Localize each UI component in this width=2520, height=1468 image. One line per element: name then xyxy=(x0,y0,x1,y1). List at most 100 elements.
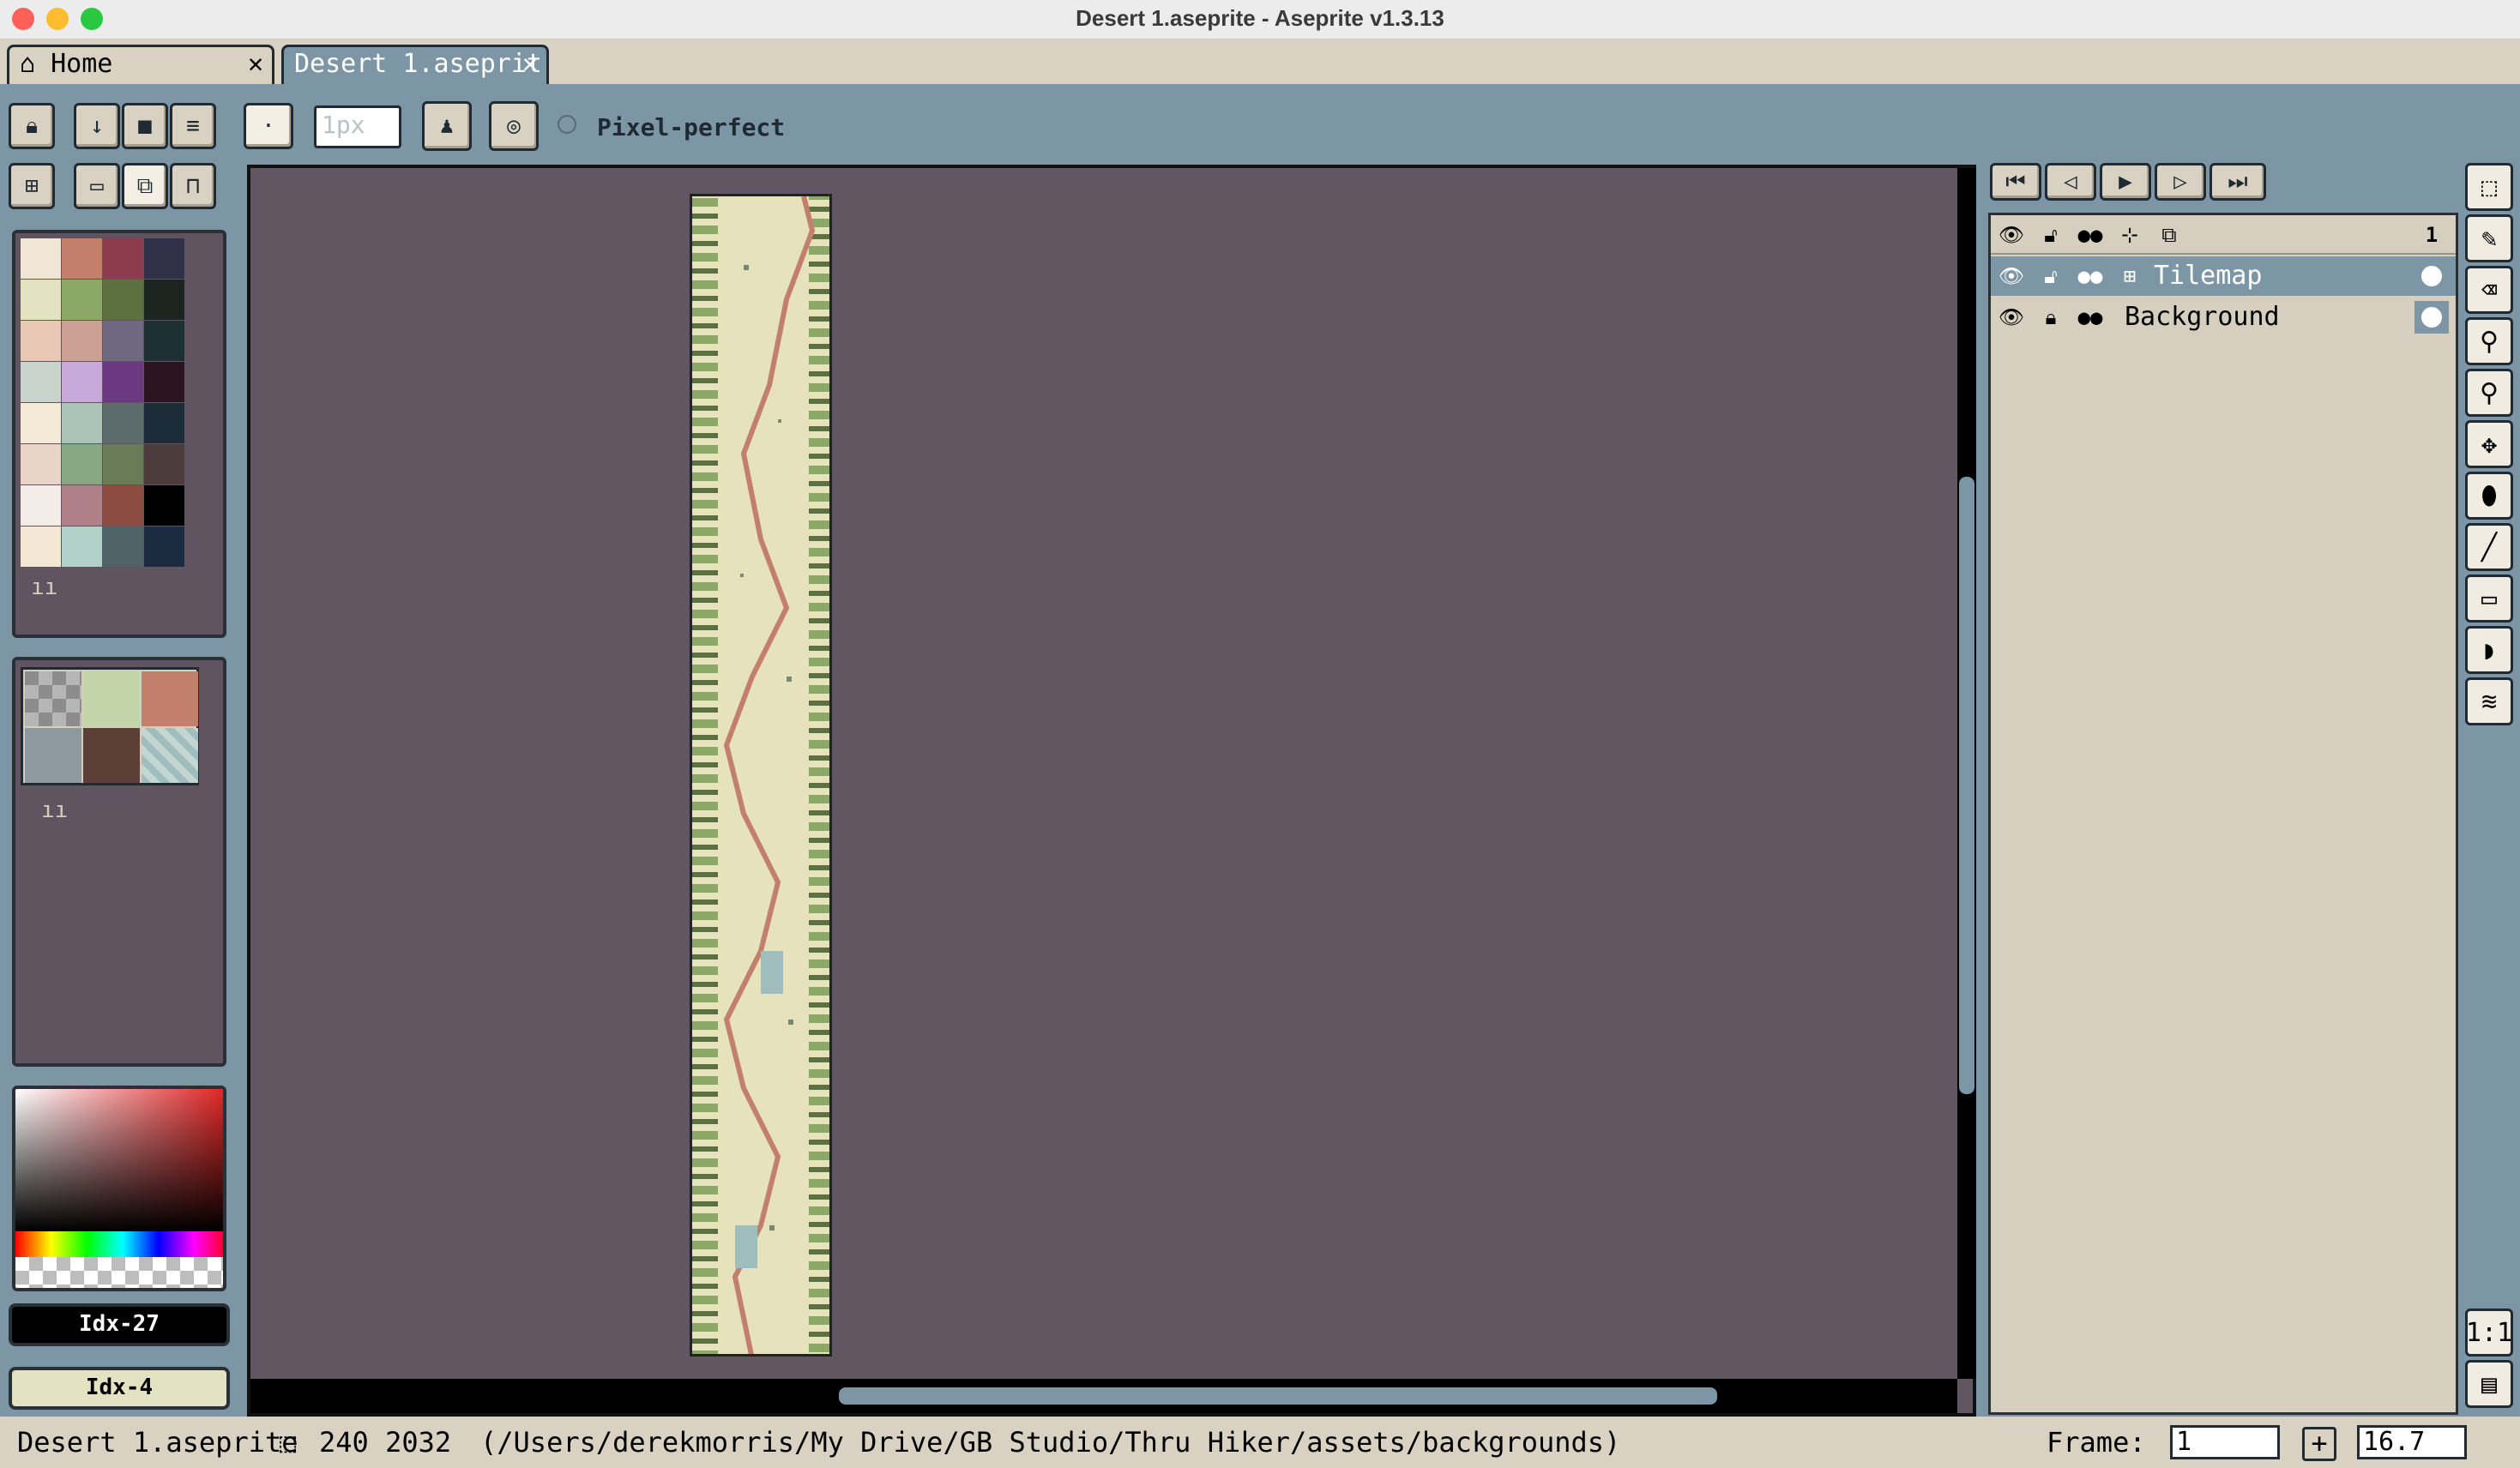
tileset-resize-handle[interactable]: ıı xyxy=(41,797,68,823)
tile-empty[interactable] xyxy=(25,671,81,726)
tile-rock[interactable] xyxy=(25,728,81,783)
palette-swatch[interactable] xyxy=(103,485,143,526)
palette-swatch[interactable] xyxy=(62,362,102,402)
palette-swatch[interactable] xyxy=(21,444,61,484)
palette-swatch[interactable] xyxy=(62,280,102,320)
brush-type-button[interactable]: · xyxy=(244,103,293,149)
eye-icon[interactable]: 👁︎ xyxy=(1994,260,2029,292)
tile-tree[interactable] xyxy=(83,671,140,726)
zoom-icon[interactable]: ⚲ xyxy=(2465,369,2513,417)
tab-home[interactable]: ⌂ Home ✕ xyxy=(7,45,274,84)
horizontal-scrollbar-thumb[interactable] xyxy=(839,1387,1717,1405)
horizontal-scrollbar-track[interactable] xyxy=(250,1379,1957,1413)
ink-icon[interactable]: ♟ xyxy=(422,101,472,151)
palette-swatch[interactable] xyxy=(103,238,143,279)
palette-swatch[interactable] xyxy=(62,238,102,279)
continuous-icon[interactable]: ●● xyxy=(2073,260,2107,292)
layer-name[interactable]: Tilemap xyxy=(2154,260,2262,292)
background-color-button[interactable]: Idx-4 xyxy=(9,1367,230,1410)
lock-icon[interactable]: 🔒︎ xyxy=(2034,301,2068,334)
palette-swatch[interactable] xyxy=(103,280,143,320)
blur-icon[interactable]: ≋ xyxy=(2465,677,2513,725)
layer-row-background[interactable]: 👁︎ 🔒︎ ●● Background xyxy=(1991,298,2456,337)
rect-select-icon[interactable]: ⬚ xyxy=(2465,163,2513,211)
minus-icon[interactable]: ▭ xyxy=(74,163,120,209)
palette-swatch[interactable] xyxy=(21,403,61,443)
tile-hut[interactable] xyxy=(83,728,140,783)
palette-swatch[interactable] xyxy=(144,238,184,279)
down-arrow-icon[interactable]: ↓ xyxy=(74,103,120,149)
first-frame-icon[interactable]: ⏮ xyxy=(1990,163,2041,201)
palette-swatch[interactable] xyxy=(21,362,61,402)
palette-swatch[interactable] xyxy=(21,526,61,567)
palette-swatch[interactable] xyxy=(21,485,61,526)
film-icon[interactable]: ▤ xyxy=(2465,1360,2513,1408)
zoom-input[interactable]: 16.7 xyxy=(2357,1425,2467,1459)
rectangle-icon[interactable]: ▭ xyxy=(2465,575,2513,623)
last-frame-icon[interactable]: ⏭ xyxy=(2210,163,2266,201)
hue-slider[interactable] xyxy=(15,1231,223,1257)
vertical-scrollbar-track[interactable] xyxy=(1957,168,1976,1379)
vertical-scrollbar-thumb[interactable] xyxy=(1959,477,1974,1094)
palette-swatch[interactable] xyxy=(144,485,184,526)
stamp-icon[interactable]: ⊓ xyxy=(170,163,216,209)
palette-swatch[interactable] xyxy=(103,403,143,443)
palette-swatch[interactable] xyxy=(144,444,184,484)
link-icon[interactable]: ⧉ xyxy=(122,163,168,209)
palette-swatch[interactable] xyxy=(62,321,102,361)
frame-input[interactable]: 1 xyxy=(2170,1425,2280,1459)
square-icon[interactable]: ■ xyxy=(122,103,168,149)
palette-swatch[interactable] xyxy=(21,321,61,361)
tab-close-icon[interactable]: ✕ xyxy=(522,47,538,81)
palette-swatch[interactable] xyxy=(103,362,143,402)
eraser-icon[interactable]: ⌫ xyxy=(2465,266,2513,314)
palette-swatch[interactable] xyxy=(144,362,184,402)
tab-close-icon[interactable]: ✕ xyxy=(248,47,263,81)
grid-icon[interactable]: ⊞ xyxy=(9,163,55,209)
palette-swatch[interactable] xyxy=(62,444,102,484)
palette-swatch[interactable] xyxy=(62,485,102,526)
continuous-icon[interactable]: ●● xyxy=(2073,301,2107,334)
layer-row-tilemap[interactable]: 👁︎ 🔓︎ ●● ⊞ Tilemap xyxy=(1991,256,2456,296)
tileset-grid[interactable] xyxy=(21,667,199,785)
color-sv-field[interactable] xyxy=(15,1089,223,1231)
cel-filled[interactable] xyxy=(2414,301,2449,334)
tile-water[interactable] xyxy=(142,728,198,783)
alpha-slider[interactable] xyxy=(15,1257,223,1288)
pixel-perfect-checkbox[interactable] xyxy=(558,115,576,134)
layer-frame-icon[interactable]: ⧉ xyxy=(2152,219,2186,251)
palette-swatch[interactable] xyxy=(103,526,143,567)
foreground-color-button[interactable]: Idx-27 xyxy=(9,1303,230,1346)
tile-path[interactable] xyxy=(142,671,198,726)
onion-skin-icon[interactable]: ⊹ xyxy=(2113,219,2147,251)
symmetry-icon[interactable]: ◎ xyxy=(489,101,539,151)
palette-resize-handle[interactable]: ıı xyxy=(31,575,57,600)
palette-swatch[interactable] xyxy=(103,321,143,361)
line-icon[interactable]: ╱ xyxy=(2465,523,2513,571)
palette-swatch[interactable] xyxy=(62,526,102,567)
lock-icon[interactable]: 🔓︎ xyxy=(2034,219,2068,251)
palette-swatch[interactable] xyxy=(62,403,102,443)
play-icon[interactable]: ▶ xyxy=(2100,163,2151,201)
next-frame-icon[interactable]: ▷ xyxy=(2155,163,2206,201)
cel-filled[interactable] xyxy=(2414,260,2449,292)
eye-icon[interactable]: 👁︎ xyxy=(1994,301,2029,334)
color-picker[interactable] xyxy=(12,1086,226,1291)
sprite-image[interactable] xyxy=(690,194,832,1357)
contour-icon[interactable]: ◗ xyxy=(2465,626,2513,674)
palette-swatch[interactable] xyxy=(144,403,184,443)
frame-number-header[interactable]: 1 xyxy=(2414,219,2449,251)
continuous-icon[interactable]: ●● xyxy=(2073,219,2107,251)
actual-size-icon[interactable]: 1:1 xyxy=(2465,1309,2513,1357)
pencil-icon[interactable]: ✎ xyxy=(2465,214,2513,262)
layer-name[interactable]: Background xyxy=(2125,301,2280,334)
eyedropper-icon[interactable]: ⚲ xyxy=(2465,317,2513,365)
palette-swatch[interactable] xyxy=(144,321,184,361)
menu-icon[interactable]: ≡ xyxy=(170,103,216,149)
palette-swatch[interactable] xyxy=(21,280,61,320)
unlock-icon[interactable]: 🔓︎ xyxy=(2034,260,2068,292)
lock-icon[interactable]: 🔒︎ xyxy=(9,103,55,149)
add-frame-icon[interactable]: + xyxy=(2302,1427,2336,1461)
palette-swatch[interactable] xyxy=(103,444,143,484)
move-icon[interactable]: ✥ xyxy=(2465,420,2513,468)
